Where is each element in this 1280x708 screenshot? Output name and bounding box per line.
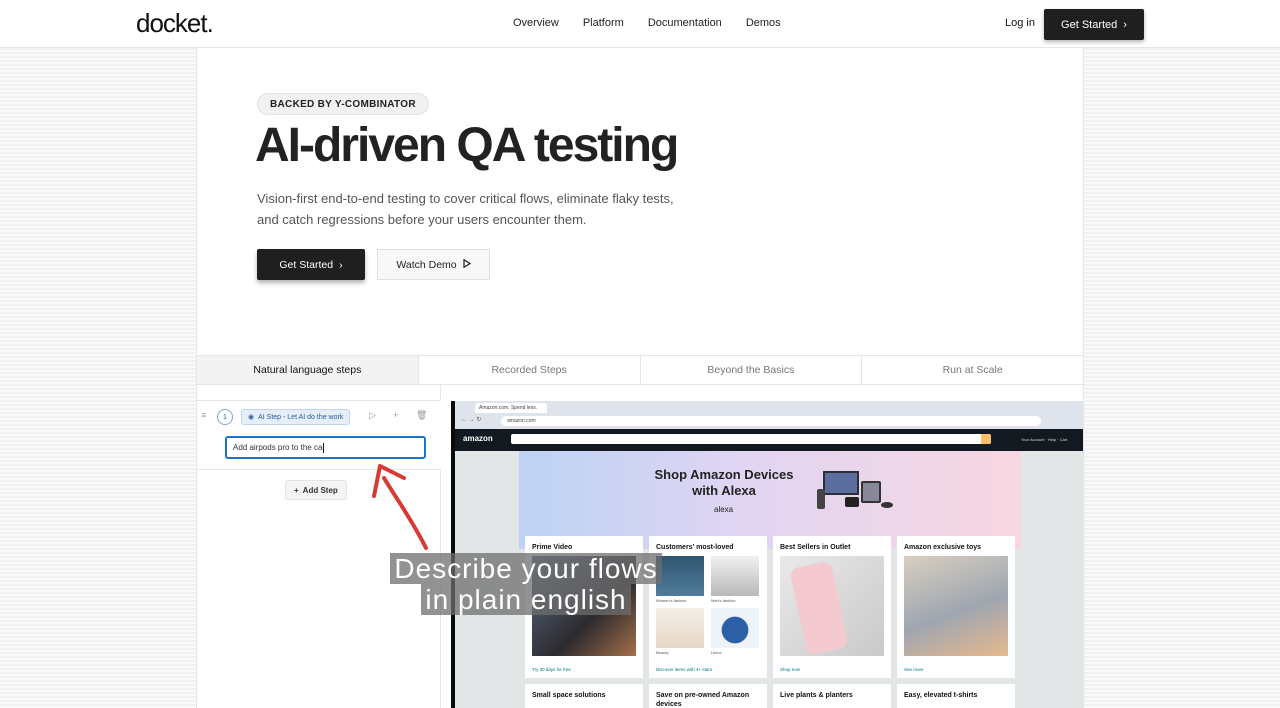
card-amazon-exclusive-toys[interactable]: Amazon exclusive toys See more: [897, 536, 1015, 678]
play-icon: [463, 258, 471, 271]
phone-shape: [789, 560, 849, 656]
tab-run-at-scale[interactable]: Run at Scale: [861, 356, 1083, 384]
amazon-logo[interactable]: amazon: [463, 434, 493, 443]
echo-devices-image: [817, 471, 893, 509]
browser-chrome: Amazon.com. Spend less. ← → ↻ amazon.com: [455, 401, 1083, 429]
nav-documentation[interactable]: Documentation: [648, 17, 722, 29]
card-link[interactable]: Try 30 days for free: [532, 667, 571, 672]
demo-area: ≡ 1 ◉ AI Step - Let AI do the work ▷ + 🗑…: [196, 385, 1084, 708]
sub-label: Home: [711, 650, 722, 655]
card-title: Save on pre-owned Amazon devices: [656, 692, 750, 708]
step-number: 1: [217, 409, 233, 425]
chevron-right-icon: ›: [1123, 18, 1127, 31]
card-title: Best Sellers in Outlet: [780, 544, 851, 551]
chevron-right-icon: ›: [339, 258, 343, 271]
tab-natural-language-steps[interactable]: Natural language steps: [197, 356, 418, 384]
caption-line-1: Describe your flows: [390, 553, 662, 584]
tab-beyond-the-basics[interactable]: Beyond the Basics: [639, 356, 862, 384]
nav-platform[interactable]: Platform: [583, 17, 624, 29]
card-title: Customers' most-loved: [656, 544, 734, 551]
ai-icon: ◉: [248, 414, 255, 421]
address-bar[interactable]: amazon.com: [501, 416, 1041, 426]
amazon-navbar: amazon Your Account · Help · Cart: [455, 429, 1083, 451]
feature-tabs: Natural language steps Recorded Steps Be…: [196, 355, 1084, 385]
top-navbar: docket. Overview Platform Documentation …: [0, 0, 1280, 48]
plus-icon: +: [294, 485, 299, 495]
card-best-sellers-outlet[interactable]: Best Sellers in Outlet Shop now: [773, 536, 891, 678]
yc-badge: BACKED BY Y-COMBINATOR: [257, 93, 429, 115]
page-title: AI-driven QA testing: [255, 119, 679, 172]
search-go-button[interactable]: [981, 434, 991, 444]
nav-demos[interactable]: Demos: [746, 17, 781, 29]
card-link[interactable]: See more: [904, 667, 924, 672]
ai-step-label: AI Step - Let AI do the work: [258, 413, 344, 421]
main-nav: Overview Platform Documentation Demos: [513, 17, 781, 29]
phone-case-image: [780, 556, 884, 656]
add-step-button[interactable]: + Add Step: [285, 480, 347, 500]
toys-image: [904, 556, 1008, 656]
run-step-icon[interactable]: ▷: [369, 410, 376, 421]
add-step-label: Add Step: [302, 485, 338, 495]
red-arrow-icon: [372, 464, 428, 550]
card-title: Prime Video: [532, 544, 573, 551]
card-title: Small space solutions: [532, 692, 606, 699]
alexa-logo: alexa: [714, 505, 734, 514]
get-started-button[interactable]: Get Started ›: [257, 249, 365, 280]
card-title: Easy, elevated t-shirts: [904, 692, 978, 699]
add-icon[interactable]: +: [393, 410, 398, 420]
tab-recorded-steps[interactable]: Recorded Steps: [417, 356, 640, 384]
watch-demo-button[interactable]: Watch Demo: [377, 249, 490, 280]
login-link[interactable]: Log in: [1005, 17, 1035, 29]
step-instruction-value: Add airpods pro to the ca: [233, 443, 323, 452]
browser-tab[interactable]: Amazon.com. Spend less.: [475, 403, 547, 413]
nav-overview[interactable]: Overview: [513, 17, 559, 29]
card-title: Live plants & planters: [780, 692, 853, 699]
trash-icon[interactable]: 🗑: [416, 410, 427, 421]
card-live-plants[interactable]: Live plants & planters: [773, 684, 891, 708]
hero-subtitle: Vision-first end-to-end testing to cover…: [257, 191, 674, 227]
overlay-caption: Describe your flows in plain english: [376, 553, 676, 615]
drag-handle-icon[interactable]: ≡: [201, 410, 206, 420]
hero-section: BACKED BY Y-COMBINATOR AI-driven QA test…: [196, 48, 1084, 355]
alexa-banner[interactable]: Shop Amazon Devices with Alexa alexa: [519, 451, 1021, 549]
header-get-started-button[interactable]: Get Started ›: [1044, 9, 1144, 40]
step-instruction-input[interactable]: Add airpods pro to the ca: [225, 436, 426, 459]
text-cursor: [323, 442, 325, 453]
card-link[interactable]: Shop now: [780, 667, 800, 672]
card-link[interactable]: Discover items with 4+ stars: [656, 667, 712, 672]
banner-title: Shop Amazon Devices with Alexa: [654, 467, 794, 498]
card-pre-owned-devices[interactable]: Save on pre-owned Amazon devices: [649, 684, 767, 708]
shoes-image: [711, 556, 759, 596]
header-get-started-label: Get Started: [1061, 18, 1118, 31]
cookware-image: [711, 608, 759, 648]
amazon-search-input[interactable]: [511, 434, 991, 444]
ai-step-tag[interactable]: ◉ AI Step - Let AI do the work: [241, 409, 351, 425]
amazon-account-links[interactable]: Your Account · Help · Cart: [1021, 437, 1067, 442]
sub-label: Men's fashion: [711, 598, 736, 603]
card-small-space[interactable]: Small space solutions: [525, 684, 643, 708]
sub-label: Beauty: [656, 650, 669, 655]
watch-demo-label: Watch Demo: [396, 258, 457, 271]
docket-logo[interactable]: docket.: [136, 8, 214, 39]
nav-arrows-icon[interactable]: ← → ↻: [461, 416, 481, 423]
card-elevated-tshirts[interactable]: Easy, elevated t-shirts: [897, 684, 1015, 708]
get-started-label: Get Started: [279, 258, 334, 271]
caption-line-2: in plain english: [421, 584, 631, 615]
card-title: Amazon exclusive toys: [904, 544, 982, 551]
